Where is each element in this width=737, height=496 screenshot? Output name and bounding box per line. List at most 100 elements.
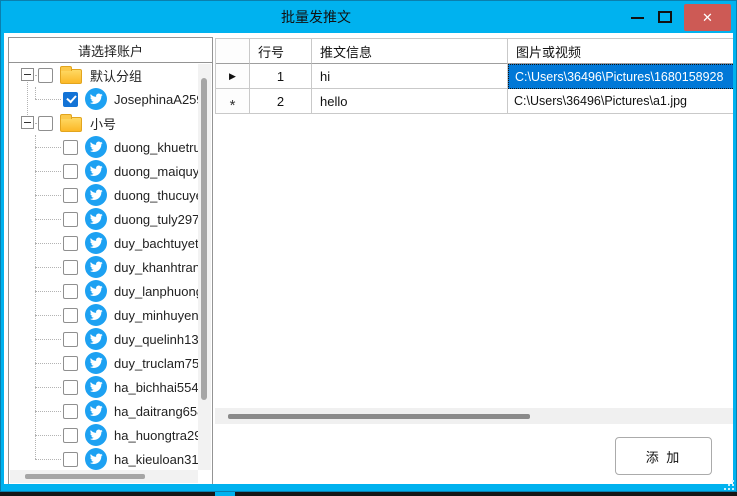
table-row[interactable]: ▶ 1 hi C:\Users\36496\Pictures\168015892… [216, 64, 733, 89]
lineno-cell[interactable]: 2 [250, 89, 312, 114]
tree-account-item[interactable]: JosephinaA259 [10, 87, 213, 111]
tree-account-item[interactable]: ha_kieuloan317 [10, 447, 213, 471]
tree-account-item[interactable]: ha_daitrang658 [10, 399, 213, 423]
twitter-icon [85, 256, 107, 278]
twitter-icon [85, 376, 107, 398]
current-row-icon: ▶ [229, 71, 236, 82]
folder-icon [60, 69, 82, 84]
account-checkbox[interactable] [63, 140, 78, 155]
tree-account-item[interactable]: duong_maiquy [10, 159, 213, 183]
twitter-icon [85, 400, 107, 422]
grid-horizontal-scrollbar[interactable] [215, 408, 733, 424]
group-label: 小号 [90, 114, 116, 133]
column-header-tweet[interactable]: 推文信息 [312, 39, 508, 64]
twitter-icon [85, 280, 107, 302]
tweet-table: 行号 推文信息 图片或视频 ▶ 1 hi C:\Users\36496\Pict… [215, 38, 733, 114]
table-header-row: 行号 推文信息 图片或视频 [216, 39, 733, 64]
column-header-lineno[interactable]: 行号 [250, 39, 312, 64]
account-label: ha_huongtra29 [114, 428, 201, 443]
new-row-icon: * [230, 97, 236, 114]
maximize-icon[interactable] [658, 11, 672, 23]
account-checkbox[interactable] [63, 188, 78, 203]
twitter-icon [85, 448, 107, 470]
account-checkbox[interactable] [63, 284, 78, 299]
lineno-cell[interactable]: 1 [250, 64, 312, 89]
tree-account-item[interactable]: duy_quelinh133 [10, 327, 213, 351]
account-checkbox-checked[interactable] [63, 92, 78, 107]
row-header-cell[interactable]: * [216, 89, 250, 114]
account-label: ha_daitrang658 [114, 404, 204, 419]
account-label: JosephinaA259 [114, 92, 204, 107]
twitter-icon [85, 424, 107, 446]
tree-account-item[interactable]: duong_thucuye [10, 183, 213, 207]
tree-account-item[interactable]: duy_lanphuong [10, 279, 213, 303]
tree-group-default[interactable]: 默认分组 [10, 63, 213, 87]
account-panel-header: 请选择账户 [8, 37, 213, 63]
account-checkbox[interactable] [63, 404, 78, 419]
account-label: duy_quelinh133 [114, 332, 206, 347]
background-notch [215, 492, 235, 496]
scrollbar-thumb[interactable] [228, 414, 530, 419]
titlebar[interactable]: 批量发推文 ✕ [0, 0, 737, 33]
twitter-icon [85, 208, 107, 230]
twitter-icon [85, 88, 107, 110]
account-label: duy_lanphuong [114, 284, 203, 299]
window-content: 请选择账户 默认分组 JosephinaA259 [4, 33, 733, 484]
tree-account-item[interactable]: duong_khuetru [10, 135, 213, 159]
twitter-icon [85, 304, 107, 326]
account-label: duong_khuetru [114, 140, 201, 155]
row-header-column[interactable] [216, 39, 250, 64]
account-checkbox[interactable] [63, 380, 78, 395]
tree-account-item[interactable]: ha_bichhai5543 [10, 375, 213, 399]
table-row[interactable]: * 2 hello C:\Users\36496\Pictures\a1.jpg [216, 89, 733, 114]
tree-account-item[interactable]: duy_truclam759 [10, 351, 213, 375]
minimize-icon[interactable] [631, 17, 644, 19]
tree-account-item[interactable]: duy_minhuyen5 [10, 303, 213, 327]
media-cell-selected[interactable]: C:\Users\36496\Pictures\1680158928 [508, 64, 733, 89]
collapse-icon[interactable] [21, 116, 34, 129]
background-strip [0, 492, 737, 496]
scrollbar-thumb[interactable] [201, 78, 207, 400]
account-checkbox[interactable] [63, 236, 78, 251]
account-checkbox[interactable] [63, 308, 78, 323]
column-header-media[interactable]: 图片或视频 [508, 39, 733, 64]
account-label: duy_khanhtran [114, 260, 200, 275]
tweet-cell[interactable]: hi [312, 64, 508, 89]
twitter-icon [85, 184, 107, 206]
tree-rows: 默认分组 JosephinaA259 小号 [10, 63, 213, 471]
tree-group-small[interactable]: 小号 [10, 111, 213, 135]
tree-account-item[interactable]: duong_tuly297 [10, 207, 213, 231]
media-cell[interactable]: C:\Users\36496\Pictures\a1.jpg [508, 89, 733, 114]
row-header-cell[interactable]: ▶ [216, 64, 250, 89]
account-checkbox[interactable] [63, 356, 78, 371]
account-checkbox[interactable] [63, 164, 78, 179]
account-label: duy_minhuyen5 [114, 308, 206, 323]
add-button[interactable]: 添 加 [615, 437, 712, 475]
account-checkbox[interactable] [63, 260, 78, 275]
tree-vertical-scrollbar[interactable] [198, 64, 211, 470]
close-button[interactable]: ✕ [684, 4, 731, 31]
account-checkbox[interactable] [63, 332, 78, 347]
tree-horizontal-scrollbar[interactable] [10, 470, 198, 483]
scrollbar-thumb[interactable] [25, 474, 145, 479]
resize-grip-icon[interactable] [722, 478, 734, 490]
account-label: ha_bichhai5543 [114, 380, 206, 395]
collapse-icon[interactable] [21, 68, 34, 81]
account-checkbox[interactable] [63, 452, 78, 467]
account-label: duong_maiquy [114, 164, 199, 179]
tweet-grid-wrap: 行号 推文信息 图片或视频 ▶ 1 hi C:\Users\36496\Pict… [215, 38, 733, 408]
group-label: 默认分组 [90, 66, 142, 85]
tree-account-item[interactable]: ha_huongtra29 [10, 423, 213, 447]
twitter-icon [85, 328, 107, 350]
group-checkbox[interactable] [38, 116, 53, 131]
tree-account-item[interactable]: duy_khanhtran [10, 255, 213, 279]
account-tree: 默认分组 JosephinaA259 小号 [8, 62, 213, 484]
tree-account-item[interactable]: duy_bachtuyet8 [10, 231, 213, 255]
twitter-icon [85, 352, 107, 374]
screen: 批量发推文 ✕ 请选择账户 默认分组 [0, 0, 737, 496]
account-checkbox[interactable] [63, 212, 78, 227]
group-checkbox[interactable] [38, 68, 53, 83]
twitter-icon [85, 232, 107, 254]
tweet-cell[interactable]: hello [312, 89, 508, 114]
account-checkbox[interactable] [63, 428, 78, 443]
